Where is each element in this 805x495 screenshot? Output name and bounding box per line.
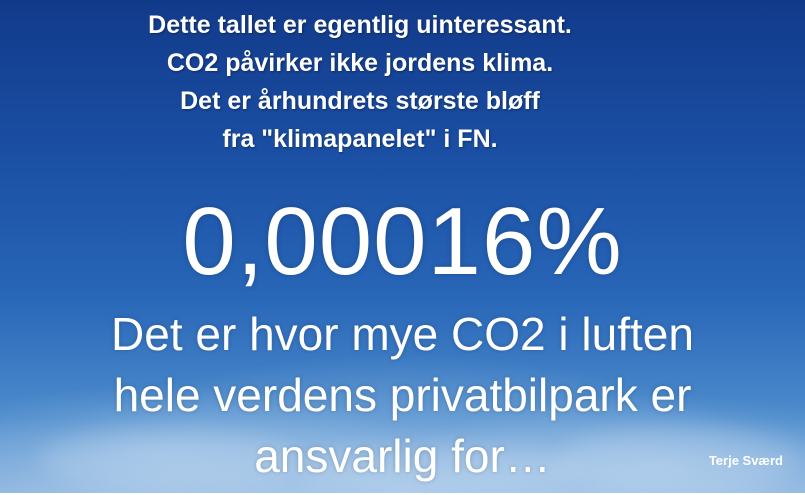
headline-line: Dette tallet er egentlig uinteressant. <box>148 11 572 39</box>
author-credit: Terje Sværd <box>708 453 783 468</box>
body-line: ansvarlig for… <box>254 430 551 482</box>
body-text: Det er hvor mye CO2 i luften hele verden… <box>60 304 745 487</box>
body-line: Det er hvor mye CO2 i luften <box>111 308 694 360</box>
body-line: hele verdens privatbilpark er <box>113 369 692 421</box>
headline-line: CO2 påvirker ikke jordens klima. <box>166 49 554 77</box>
headline-line: Det er århundrets største bløff <box>180 87 540 115</box>
percentage-figure: 0,00016% <box>182 188 623 295</box>
headline: Dette tallet er egentlig uinteressant. C… <box>60 6 660 158</box>
headline-line: fra "klimapanelet" i FN. <box>222 125 498 153</box>
